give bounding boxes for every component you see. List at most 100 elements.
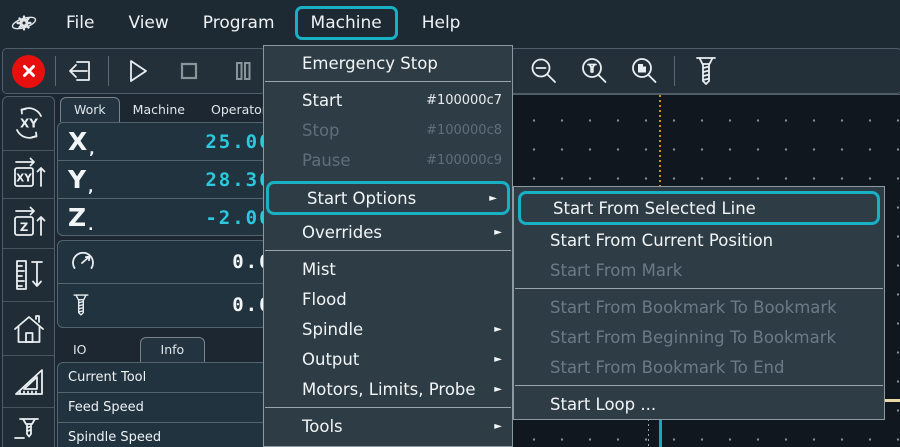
menu-bar: File View Program Machine Help bbox=[0, 0, 900, 46]
menu-item-label: Start From Beginning To Bookmark bbox=[550, 328, 836, 347]
menu-file[interactable]: File bbox=[52, 8, 108, 38]
sidebar-move-xy-up[interactable]: XY bbox=[3, 151, 54, 199]
menu-view[interactable]: View bbox=[114, 8, 182, 38]
menu-item-output[interactable]: Output ► bbox=[264, 344, 512, 374]
menu-item-label: Emergency Stop bbox=[302, 54, 438, 73]
stop-icon[interactable] bbox=[174, 56, 204, 86]
menu-item-tools[interactable]: Tools ► bbox=[264, 411, 512, 441]
submenu-arrow-icon: ► bbox=[494, 324, 502, 335]
goto-xy-zero-icon: XY bbox=[10, 104, 48, 142]
load-program-icon[interactable] bbox=[64, 55, 96, 87]
emergency-stop-icon bbox=[21, 63, 37, 79]
menu-help[interactable]: Help bbox=[408, 8, 475, 38]
home-icon bbox=[10, 310, 48, 348]
sidebar-tool-offset[interactable] bbox=[3, 408, 54, 447]
menu-separator bbox=[265, 81, 511, 82]
screw-icon[interactable] bbox=[689, 53, 723, 89]
menu-item-start-from-mark: Start From Mark bbox=[514, 255, 884, 285]
grid-axis-line-orange bbox=[659, 95, 661, 187]
axis-label: Y bbox=[68, 165, 87, 194]
axis-mark: , bbox=[89, 142, 94, 158]
submenu-arrow-icon: ► bbox=[494, 354, 502, 365]
svg-text:XY: XY bbox=[20, 117, 38, 131]
menu-item-start-from-current-position[interactable]: Start From Current Position bbox=[514, 225, 884, 255]
menu-item-label: Overrides bbox=[302, 223, 382, 242]
menu-item-stop: Stop #100000c8 bbox=[264, 115, 512, 145]
axis-mark: . bbox=[88, 218, 93, 234]
toolbar-separator bbox=[108, 56, 109, 86]
sidebar-home[interactable] bbox=[3, 302, 54, 356]
tool-offset-icon bbox=[10, 408, 48, 447]
spindle-speed-label: Spindle Speed bbox=[68, 430, 161, 445]
info-tab-bar: IO Info bbox=[60, 336, 205, 362]
menu-item-label: Start From Bookmark To End bbox=[550, 358, 784, 377]
menu-item-start-options[interactable]: Start Options ► bbox=[266, 181, 510, 215]
pause-icon[interactable] bbox=[228, 56, 258, 86]
menu-item-label: Start Loop ... bbox=[550, 395, 656, 414]
menu-shortcut: #100000c7 bbox=[426, 93, 502, 108]
menu-item-label: Flood bbox=[302, 290, 347, 309]
sidebar-goto-xy-zero[interactable]: XY bbox=[3, 97, 54, 151]
menu-shortcut: #100000c9 bbox=[426, 153, 502, 168]
menu-item-overrides[interactable]: Overrides ► bbox=[264, 217, 512, 247]
menu-item-label: Spindle bbox=[302, 320, 363, 339]
measure-z-icon bbox=[10, 256, 48, 294]
start-options-submenu: Start From Selected Line Start From Curr… bbox=[513, 186, 885, 420]
menu-item-start-from-bookmark-to-bookmark: Start From Bookmark To Bookmark bbox=[514, 292, 884, 322]
menu-item-mist[interactable]: Mist bbox=[264, 254, 512, 284]
menu-item-label: Start From Selected Line bbox=[553, 199, 756, 218]
sidebar-move-z-up[interactable]: Z bbox=[3, 199, 54, 249]
zoom-fit-icon[interactable] bbox=[628, 55, 660, 87]
menu-item-label: Start bbox=[302, 91, 342, 110]
menu-item-start[interactable]: Start #100000c7 bbox=[264, 85, 512, 115]
emergency-stop-button[interactable] bbox=[12, 55, 45, 88]
menu-separator bbox=[265, 407, 511, 408]
screw-icon bbox=[68, 289, 94, 321]
toolbar-separator bbox=[674, 56, 675, 86]
menu-item-motors-limits-probe[interactable]: Motors, Limits, Probe ► bbox=[264, 374, 512, 404]
submenu-arrow-icon: ► bbox=[494, 421, 502, 432]
tab-machine[interactable]: Machine bbox=[120, 98, 198, 122]
menu-separator bbox=[265, 250, 511, 251]
tab-io[interactable]: IO bbox=[60, 338, 100, 362]
toolpath-line bbox=[884, 399, 900, 402]
axis-label: X bbox=[68, 127, 88, 156]
menu-item-flood[interactable]: Flood bbox=[264, 284, 512, 314]
menu-item-start-from-selected-line[interactable]: Start From Selected Line bbox=[518, 191, 880, 225]
menu-item-label: Output bbox=[302, 350, 359, 369]
app-window: File View Program Machine Help bbox=[0, 0, 900, 447]
menu-separator bbox=[515, 288, 883, 289]
move-xy-up-icon: XY bbox=[10, 156, 48, 192]
menu-item-label: Start Options bbox=[307, 189, 416, 208]
program-toolbar bbox=[2, 48, 266, 94]
menu-item-start-loop[interactable]: Start Loop ... bbox=[514, 389, 884, 419]
tab-work[interactable]: Work bbox=[60, 97, 120, 122]
feed-speed-label: Feed Speed bbox=[68, 400, 144, 415]
menu-item-label: Stop bbox=[302, 121, 340, 140]
sidebar-measure[interactable] bbox=[3, 249, 54, 303]
setsquare-icon bbox=[10, 363, 48, 401]
tab-info[interactable]: Info bbox=[140, 337, 206, 362]
machine-position-marker bbox=[659, 419, 662, 447]
menu-item-label: Motors, Limits, Probe bbox=[302, 380, 476, 399]
play-icon[interactable] bbox=[122, 56, 152, 86]
current-tool-label: Current Tool bbox=[68, 370, 146, 385]
planet-gear-icon bbox=[10, 11, 38, 35]
menu-machine[interactable]: Machine bbox=[295, 6, 398, 40]
submenu-arrow-icon: ► bbox=[494, 384, 502, 395]
move-z-up-icon: Z bbox=[10, 205, 48, 241]
sidebar-setsquare[interactable] bbox=[3, 356, 54, 408]
zoom-tool-icon[interactable] bbox=[578, 55, 610, 87]
menu-item-label: Start From Current Position bbox=[550, 231, 773, 250]
menu-program[interactable]: Program bbox=[189, 8, 289, 38]
submenu-arrow-icon: ► bbox=[489, 193, 497, 204]
axis-label: Z bbox=[68, 203, 87, 232]
zoom-out-icon[interactable] bbox=[528, 55, 560, 87]
toolbar-separator bbox=[55, 56, 56, 86]
menu-shortcut: #100000c8 bbox=[426, 123, 502, 138]
menu-item-start-from-beginning-to-bookmark: Start From Beginning To Bookmark bbox=[514, 322, 884, 352]
machine-menu: Emergency Stop Start #100000c7 Stop #100… bbox=[263, 45, 513, 447]
menu-item-label: Start From Bookmark To Bookmark bbox=[550, 298, 837, 317]
menu-item-emergency-stop[interactable]: Emergency Stop bbox=[264, 48, 512, 78]
menu-item-spindle[interactable]: Spindle ► bbox=[264, 314, 512, 344]
